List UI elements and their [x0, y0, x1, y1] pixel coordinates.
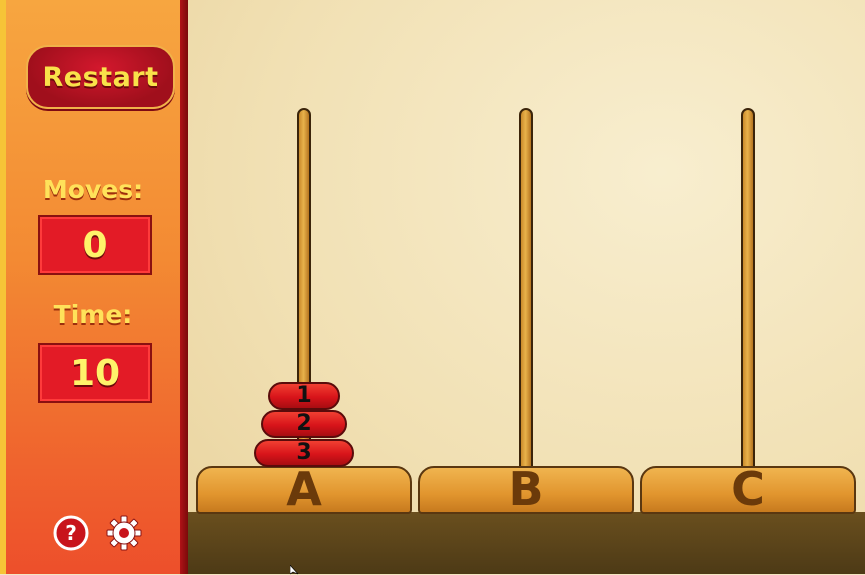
peg-c[interactable]: [741, 108, 755, 475]
base-b[interactable]: B: [418, 466, 634, 514]
disk-1[interactable]: 1: [268, 382, 340, 410]
side-panel: Restart Moves: 0 Time: 10 ?: [0, 0, 186, 574]
help-icon: ?: [53, 515, 89, 551]
base-c[interactable]: C: [640, 466, 856, 514]
moves-value: 0: [82, 224, 108, 266]
disk-2[interactable]: 2: [261, 410, 347, 438]
moves-label: Moves:: [42, 175, 144, 204]
moves-counter: 0: [38, 215, 152, 275]
restart-label: Restart: [42, 61, 159, 93]
settings-button[interactable]: [105, 514, 143, 552]
panel-divider: [180, 0, 188, 574]
disk-3-label: 3: [296, 440, 312, 465]
help-button[interactable]: ?: [52, 514, 90, 552]
time-label: Time:: [53, 300, 133, 329]
disk-3[interactable]: 3: [254, 439, 354, 467]
svg-text:?: ?: [65, 521, 77, 545]
gear-icon: [106, 515, 142, 551]
peg-b-label: B: [508, 462, 544, 516]
disk-1-label: 1: [296, 383, 312, 408]
peg-b[interactable]: [519, 108, 533, 475]
time-counter: 10: [38, 343, 152, 403]
peg-c-label: C: [731, 462, 765, 516]
time-value: 10: [69, 352, 121, 394]
restart-button[interactable]: Restart: [26, 45, 175, 109]
base-a[interactable]: A: [196, 466, 412, 514]
peg-a-label: A: [286, 462, 322, 516]
disk-2-label: 2: [296, 411, 312, 436]
game-board: A 1 2 3 B C: [188, 0, 865, 574]
